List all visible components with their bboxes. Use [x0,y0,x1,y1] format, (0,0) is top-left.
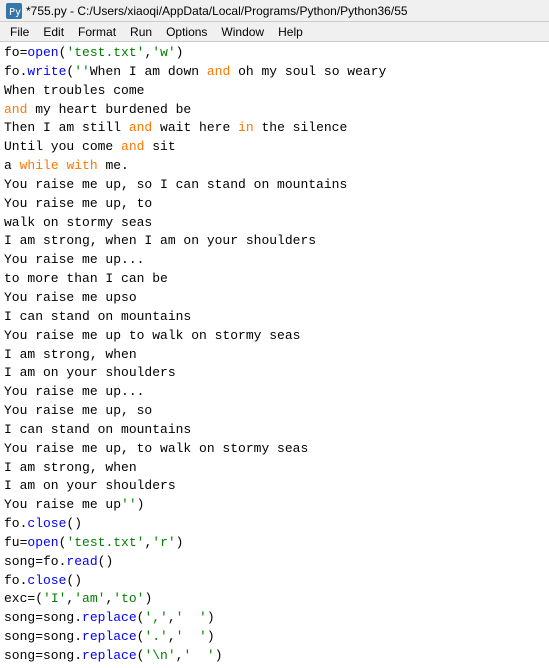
code-line: walk on stormy seas [4,214,545,233]
code-line: fo=open('test.txt','w') [4,44,545,63]
menu-item-edit[interactable]: Edit [37,25,70,39]
code-line: exc=('I','am','to') [4,590,545,609]
menu-item-format[interactable]: Format [72,25,122,39]
title-bar: Py *755.py - C:/Users/xiaoqi/AppData/Loc… [0,0,549,22]
code-line: song=song.replace(',',' ') [4,609,545,628]
code-line: When troubles come [4,82,545,101]
code-line: You raise me upso [4,289,545,308]
menu-item-file[interactable]: File [4,25,35,39]
python-icon: Py [6,3,22,19]
code-line: and my heart burdened be [4,101,545,120]
window-title: *755.py - C:/Users/xiaoqi/AppData/Local/… [26,4,408,18]
code-line: I can stand on mountains [4,421,545,440]
svg-text:Py: Py [9,7,21,18]
code-editor[interactable]: fo=open('test.txt','w')fo.write(''When I… [0,42,549,668]
code-line: I am on your shoulders [4,364,545,383]
code-line: song=fo.read() [4,553,545,572]
code-line: fo.close() [4,515,545,534]
code-line: You raise me up... [4,251,545,270]
code-line: Then I am still and wait here in the sil… [4,119,545,138]
code-line: song=song.replace('\n',' ') [4,647,545,666]
code-line: to more than I can be [4,270,545,289]
code-line: I am on your shoulders [4,477,545,496]
code-line: I am strong, when [4,459,545,478]
menu-item-help[interactable]: Help [272,25,309,39]
code-line: You raise me up, to walk on stormy seas [4,440,545,459]
code-line: You raise me up... [4,383,545,402]
code-line: You raise me up, so I can stand on mount… [4,176,545,195]
code-line: You raise me up'') [4,496,545,515]
code-line: Until you come and sit [4,138,545,157]
menu-item-options[interactable]: Options [160,25,213,39]
code-line: song=song.replace('.',' ') [4,628,545,647]
code-line: You raise me up, to [4,195,545,214]
menu-item-window[interactable]: Window [215,25,270,39]
code-line: You raise me up, so [4,402,545,421]
menu-bar: FileEditFormatRunOptionsWindowHelp [0,22,549,42]
code-line: I am strong, when [4,346,545,365]
code-line: I am strong, when I am on your shoulders [4,232,545,251]
code-line: You raise me up to walk on stormy seas [4,327,545,346]
code-line: fu=open('test.txt','r') [4,534,545,553]
code-line: a while with me. [4,157,545,176]
code-line: fo.close() [4,572,545,591]
code-line: I can stand on mountains [4,308,545,327]
code-line: fo.write(''When I am down and oh my soul… [4,63,545,82]
menu-item-run[interactable]: Run [124,25,158,39]
